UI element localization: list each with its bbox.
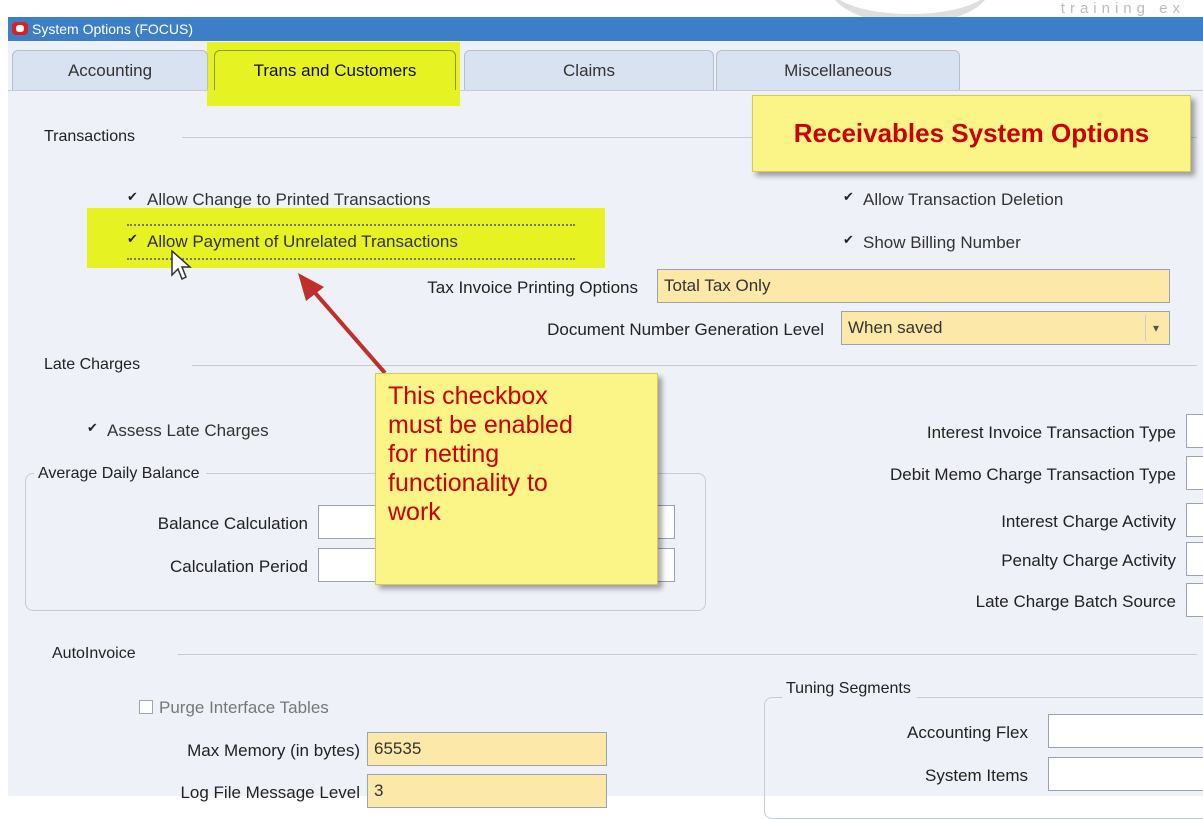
checkbox-check-icon: [127, 231, 141, 248]
checkbox-check-icon: [843, 189, 857, 206]
system-items-label: System Items: [925, 766, 1028, 785]
purge-interface-tables-checkbox[interactable]: Purge Interface Tables: [139, 698, 329, 718]
note-line: for netting: [388, 440, 500, 468]
tax-invoice-field[interactable]: Total Tax Only: [657, 269, 1170, 303]
penalty-charge-activity-label: Penalty Charge Activity: [1001, 551, 1176, 570]
oracle-app-icon: [12, 22, 28, 35]
field-value: When saved: [848, 318, 943, 337]
netting-note-callout: This checkbox must be enabled for nettin…: [375, 373, 658, 585]
checkbox-check-icon: [843, 232, 857, 249]
system-items-field[interactable]: [1048, 757, 1203, 791]
mouse-cursor-icon: [171, 249, 192, 281]
tab-label: Trans and Customers: [253, 61, 417, 80]
note-line: work: [388, 498, 441, 526]
checkbox-label: Allow Change to Printed Transactions: [147, 190, 431, 209]
debit-memo-type-label: Debit Memo Charge Transaction Type: [890, 465, 1176, 484]
focus-dotted-top: [127, 224, 575, 226]
log-file-level-field[interactable]: 3: [367, 774, 607, 808]
calculation-period-label: Calculation Period: [170, 557, 308, 576]
debit-memo-type-field[interactable]: [1186, 456, 1203, 490]
checkbox-empty-icon: [139, 700, 153, 714]
tab-label: Claims: [563, 61, 615, 80]
receivables-system-options-callout: Receivables System Options: [752, 95, 1191, 172]
penalty-charge-activity-field[interactable]: [1186, 542, 1203, 576]
checkbox-label: Show Billing Number: [863, 233, 1021, 252]
late-charge-batch-source-field[interactable]: [1186, 583, 1203, 617]
checkbox-label: Allow Transaction Deletion: [863, 190, 1064, 209]
log-file-level-label: Log File Message Level: [180, 783, 360, 802]
tab-accounting[interactable]: Accounting: [12, 50, 208, 90]
accounting-flex-label: Accounting Flex: [907, 723, 1028, 742]
section-title-late-charges: Late Charges: [44, 356, 141, 373]
group-title-tuning-segments: Tuning Segments: [782, 680, 917, 698]
interest-charge-activity-label: Interest Charge Activity: [1001, 512, 1176, 531]
late-charge-batch-source-label: Late Charge Batch Source: [975, 592, 1176, 611]
tab-claims[interactable]: Claims: [464, 50, 714, 90]
interest-charge-activity-field[interactable]: [1186, 503, 1203, 537]
field-value: 65535: [374, 739, 422, 758]
section-divider: [178, 654, 1197, 655]
interest-invoice-type-field[interactable]: [1186, 414, 1203, 448]
window-title: System Options (FOCUS): [32, 21, 194, 37]
doc-number-level-label: Document Number Generation Level: [547, 320, 824, 339]
field-value: Total Tax Only: [664, 276, 771, 295]
group-title-average-daily-balance: Average Daily Balance: [34, 465, 206, 483]
note-line: must be enabled: [388, 411, 573, 439]
doc-number-level-select[interactable]: When saved ▾: [841, 311, 1170, 345]
annotation-arrow: [298, 273, 387, 375]
section-title-transactions: Transactions: [44, 128, 135, 145]
assess-late-charges-checkbox[interactable]: Assess Late Charges: [87, 420, 269, 441]
max-memory-field[interactable]: 65535: [367, 732, 607, 766]
checkbox-label: Purge Interface Tables: [159, 698, 329, 717]
interest-invoice-type-label: Interest Invoice Transaction Type: [926, 423, 1176, 442]
focus-dotted-bottom: [127, 258, 575, 260]
note-line: This checkbox: [388, 382, 548, 410]
section-title-autoinvoice: AutoInvoice: [52, 645, 136, 662]
tab-trans-and-customers[interactable]: Trans and Customers: [214, 50, 456, 90]
show-billing-number-checkbox[interactable]: Show Billing Number: [843, 232, 1021, 253]
checkbox-check-icon: [127, 189, 141, 206]
chevron-down-icon[interactable]: ▾: [1145, 315, 1166, 341]
balance-calculation-label: Balance Calculation: [157, 514, 308, 533]
tab-label: Miscellaneous: [784, 61, 892, 80]
note-line: functionality to: [388, 469, 548, 497]
tab-label: Accounting: [67, 61, 153, 80]
window-titlebar: System Options (FOCUS): [8, 17, 1203, 41]
allow-transaction-deletion-checkbox[interactable]: Allow Transaction Deletion: [843, 189, 1064, 210]
watermark-text: training ex: [1060, 0, 1185, 17]
field-value: 3: [374, 781, 384, 800]
checkbox-label: Assess Late Charges: [107, 421, 269, 440]
checkbox-check-icon: [87, 420, 101, 437]
allow-change-printed-checkbox[interactable]: Allow Change to Printed Transactions: [127, 189, 431, 210]
max-memory-label: Max Memory (in bytes): [187, 741, 360, 760]
accounting-flex-field[interactable]: [1048, 714, 1203, 748]
tab-miscellaneous[interactable]: Miscellaneous: [716, 50, 960, 90]
